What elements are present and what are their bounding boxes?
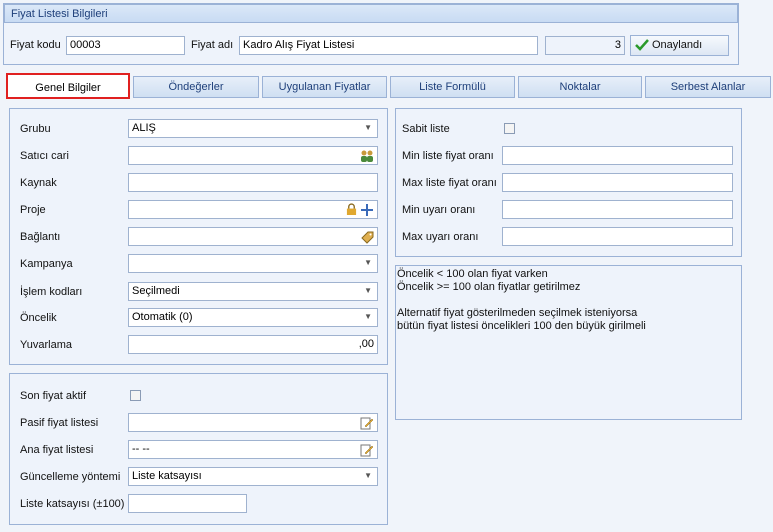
info-line-1: Öncelik < 100 olan fiyat varken [397, 268, 548, 280]
kampanya-label: Kampanya [20, 258, 73, 270]
yuvarlama-input[interactable]: ,00 [128, 335, 378, 354]
tab-noktalar[interactable]: Noktalar [518, 76, 642, 98]
count-field: 3 [545, 36, 625, 55]
edit-icon[interactable] [360, 443, 374, 457]
chevron-down-icon[interactable]: ▼ [364, 471, 372, 480]
kaynak-input[interactable] [128, 173, 378, 192]
info-line-4: bütün fiyat listesi öncelikleri 100 den … [397, 320, 646, 332]
islem-combo[interactable]: Seçilmedi ▼ [128, 282, 378, 301]
satici-input[interactable] [128, 146, 378, 165]
tab-uygulanan-fiyatlar[interactable]: Uygulanan Fiyatlar [262, 76, 387, 98]
chevron-down-icon[interactable]: ▼ [364, 286, 372, 295]
kampanya-combo[interactable]: ▼ [128, 254, 378, 273]
ana-label: Ana fiyat listesi [20, 444, 94, 456]
sabit-label: Sabit liste [402, 123, 450, 135]
max-fiyat-input[interactable] [502, 173, 733, 192]
tab-ondegerler[interactable]: Öndeğerler [133, 76, 259, 98]
checkmark-icon [635, 39, 649, 51]
people-icon[interactable] [360, 149, 374, 163]
plus-icon[interactable] [360, 203, 374, 217]
tab-liste-formulu[interactable]: Liste Formülü [390, 76, 515, 98]
oncelik-label: Öncelik [20, 312, 57, 324]
chevron-down-icon[interactable]: ▼ [364, 312, 372, 321]
fiyat-adi-input[interactable]: Kadro Alış Fiyat Listesi [239, 36, 538, 55]
min-uyari-input[interactable] [502, 200, 733, 219]
chevron-down-icon[interactable]: ▼ [364, 123, 372, 132]
katsayi-input[interactable] [128, 494, 247, 513]
grubu-label: Grubu [20, 123, 51, 135]
fiyat-kodu-input[interactable]: 00003 [66, 36, 185, 55]
min-uyari-label: Min uyarı oranı [402, 204, 476, 216]
sabit-checkbox[interactable] [504, 123, 515, 134]
pasif-input[interactable] [128, 413, 378, 432]
baglanti-input[interactable] [128, 227, 378, 246]
ana-value: -- -- [132, 443, 150, 455]
guncelleme-label: Güncelleme yöntemi [20, 471, 121, 483]
edit-icon[interactable] [360, 416, 374, 430]
info-line-2: Öncelik >= 100 olan fiyatlar getirilmez [397, 281, 581, 293]
guncelleme-value: Liste katsayısı [132, 470, 202, 482]
proje-label: Proje [20, 204, 46, 216]
baglanti-label: Bağlantı [20, 231, 61, 243]
lock-icon[interactable] [346, 203, 357, 216]
kaynak-label: Kaynak [20, 177, 57, 189]
fiyat-adi-label: Fiyat adı [191, 39, 234, 51]
approved-label: Onaylandı [652, 39, 703, 51]
oncelik-combo[interactable]: Otomatik (0) ▼ [128, 308, 378, 327]
grubu-value: ALIŞ [132, 122, 156, 134]
tag-icon[interactable] [360, 230, 374, 244]
katsayi-label: Liste katsayısı (±100) [20, 498, 125, 510]
max-fiyat-label: Max liste fiyat oranı [402, 177, 497, 189]
proje-input[interactable] [128, 200, 378, 219]
pasif-label: Pasif fiyat listesi [20, 417, 99, 429]
oncelik-value: Otomatik (0) [132, 311, 193, 323]
min-fiyat-label: Min liste fiyat oranı [402, 150, 494, 162]
fiyat-kodu-label: Fiyat kodu [10, 39, 61, 51]
guncelleme-combo[interactable]: Liste katsayısı ▼ [128, 467, 378, 486]
max-uyari-input[interactable] [502, 227, 733, 246]
max-uyari-label: Max uyarı oranı [402, 231, 479, 243]
tab-genel-bilgiler[interactable]: Genel Bilgiler [6, 73, 130, 99]
islem-value: Seçilmedi [132, 285, 180, 297]
approved-button[interactable]: Onaylandı [630, 35, 729, 56]
yuvarlama-label: Yuvarlama [20, 339, 72, 351]
chevron-down-icon[interactable]: ▼ [364, 258, 372, 267]
ana-input[interactable]: -- -- [128, 440, 378, 459]
tab-serbest-alanlar[interactable]: Serbest Alanlar [645, 76, 771, 98]
header-title: Fiyat Listesi Bilgileri [4, 4, 738, 23]
islem-label: İşlem kodları [20, 286, 83, 298]
grubu-combo[interactable]: ALIŞ ▼ [128, 119, 378, 138]
min-fiyat-input[interactable] [502, 146, 733, 165]
son-fiyat-label: Son fiyat aktif [20, 390, 87, 402]
son-fiyat-checkbox[interactable] [130, 390, 141, 401]
info-line-3: Alternatif fiyat gösterilmeden seçilmek … [397, 307, 638, 319]
satici-label: Satıcı cari [20, 150, 69, 162]
